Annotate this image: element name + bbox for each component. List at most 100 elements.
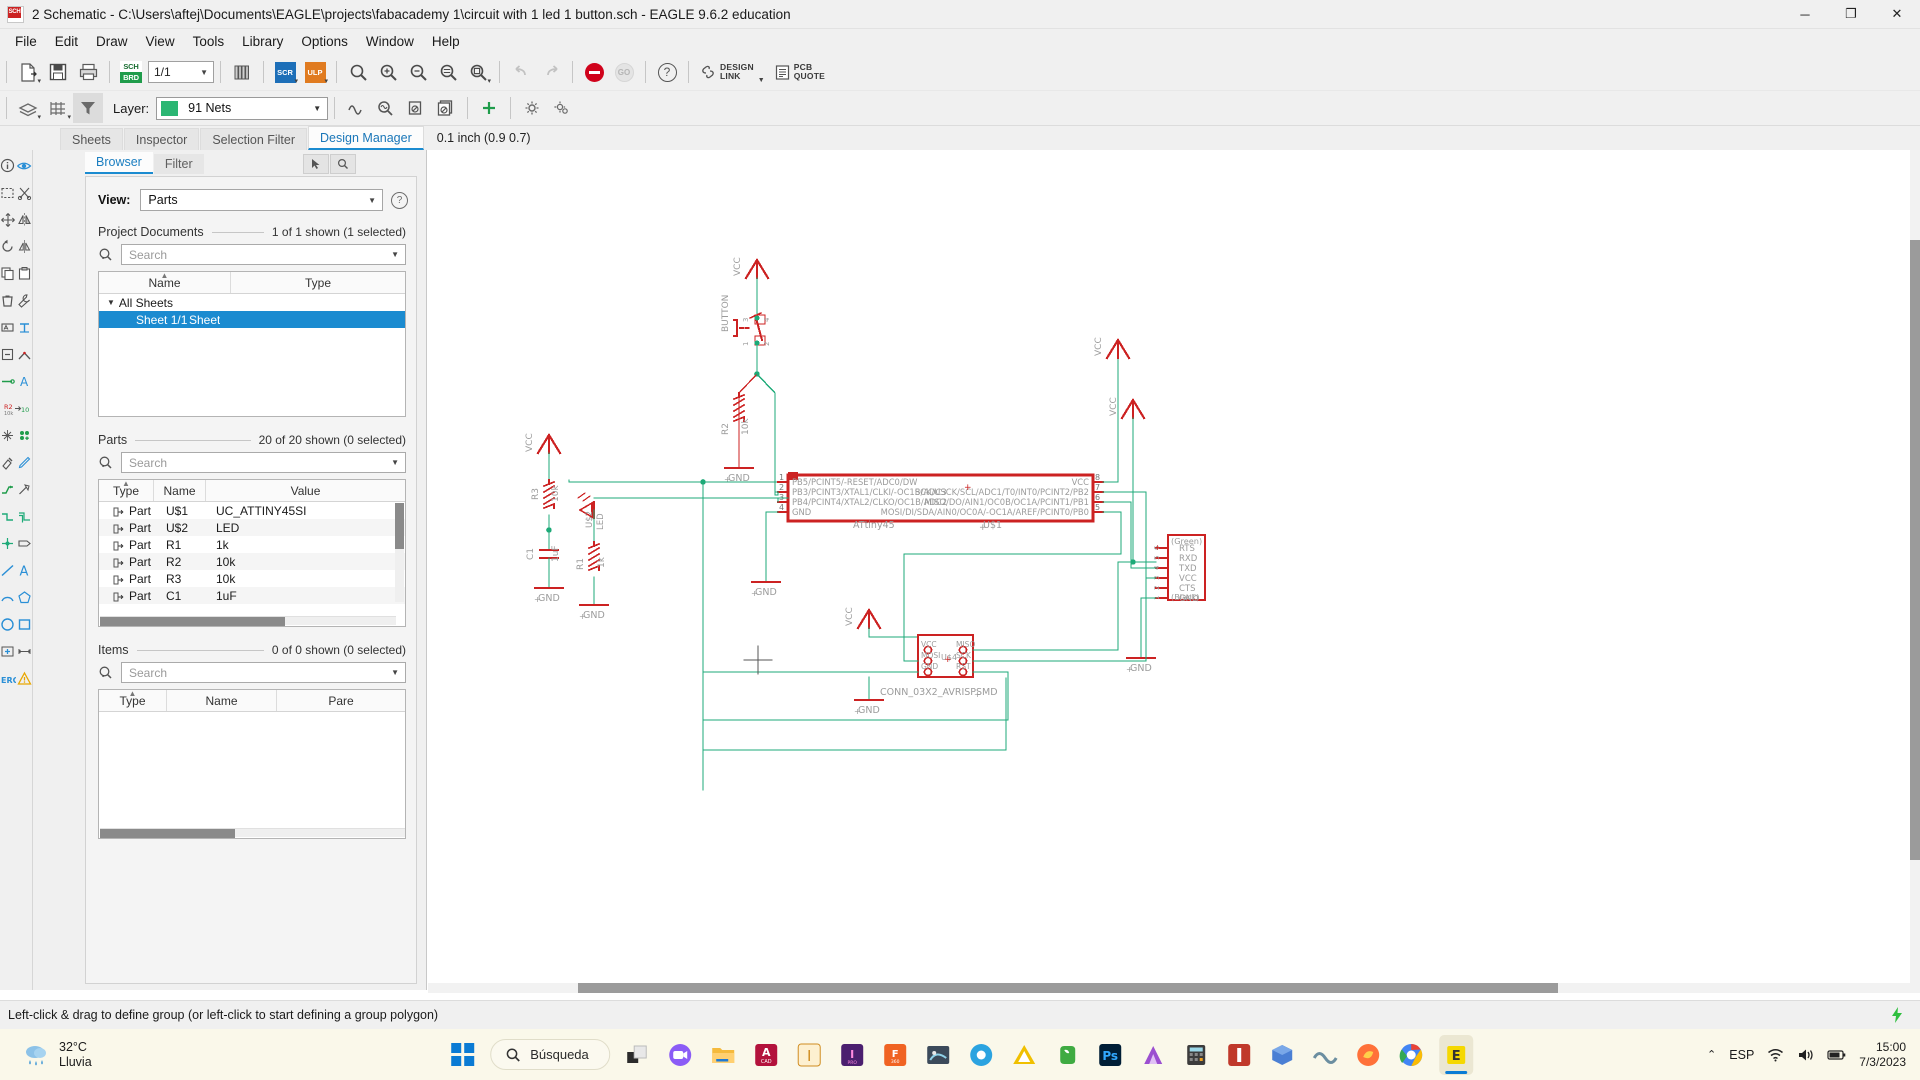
column-header-type[interactable]: Type xyxy=(231,272,405,293)
attribute-tool-button[interactable] xyxy=(0,422,16,449)
chrome-alt-icon[interactable] xyxy=(966,1039,997,1070)
net-tool-button[interactable] xyxy=(0,503,16,530)
menu-file[interactable]: File xyxy=(6,31,46,52)
move-tool-button[interactable] xyxy=(0,206,16,233)
bus-tool-button[interactable] xyxy=(16,503,33,530)
close-button[interactable]: ✕ xyxy=(1874,0,1920,29)
menu-edit[interactable]: Edit xyxy=(46,31,87,52)
teams-icon[interactable] xyxy=(665,1039,696,1070)
cut-tool-button[interactable] xyxy=(16,179,33,206)
smash-tool-button[interactable] xyxy=(0,341,16,368)
show-net-button[interactable] xyxy=(401,93,431,123)
label-tool-button[interactable] xyxy=(16,530,33,557)
column-header-parent[interactable]: Pare xyxy=(277,690,405,711)
hide-net-button[interactable] xyxy=(431,93,461,123)
items-horizontal-scrollbar[interactable] xyxy=(100,828,405,838)
warning-button[interactable] xyxy=(16,665,33,692)
zoom-in-button[interactable] xyxy=(373,57,403,87)
eagle-taskbar-button[interactable]: E xyxy=(1438,1034,1473,1075)
app-red-icon[interactable] xyxy=(1224,1039,1255,1070)
file-explorer-icon[interactable] xyxy=(708,1039,739,1070)
junction-tool-button[interactable] xyxy=(0,530,16,557)
zoom-select-button[interactable]: ▾ xyxy=(463,57,493,87)
chrome-icon[interactable] xyxy=(1396,1039,1427,1070)
save-button[interactable] xyxy=(43,57,73,87)
paint-tool-button[interactable] xyxy=(0,449,16,476)
photoshop-icon[interactable]: Ps xyxy=(1095,1039,1126,1070)
zoom-fit-button[interactable] xyxy=(343,57,373,87)
undo-button[interactable] xyxy=(506,57,536,87)
table-row[interactable]: Part R3 10k xyxy=(99,570,405,587)
minimize-button[interactable]: ─ xyxy=(1782,0,1828,29)
ripup-tool-button[interactable] xyxy=(16,476,33,503)
mirror2-tool-button[interactable] xyxy=(16,233,33,260)
mirror-tool-button[interactable] xyxy=(16,206,33,233)
package-icon[interactable] xyxy=(1267,1039,1298,1070)
column-header-name[interactable]: Name xyxy=(167,690,277,711)
wrench-tool-button[interactable] xyxy=(16,287,33,314)
open-file-button[interactable]: ▾ xyxy=(13,57,43,87)
menu-window[interactable]: Window xyxy=(357,31,423,52)
erc-settings-button[interactable] xyxy=(547,93,577,123)
volume-icon[interactable] xyxy=(1797,1047,1814,1063)
design-link-button[interactable]: DESIGN LINK ▼ xyxy=(695,57,770,87)
zoom-redraw-button[interactable] xyxy=(433,57,463,87)
menu-tools[interactable]: Tools xyxy=(184,31,234,52)
select-cursor-button[interactable] xyxy=(303,154,329,174)
calculator-icon[interactable] xyxy=(1181,1039,1212,1070)
table-row[interactable]: Part U$1 UC_ATTINY45SI xyxy=(99,502,405,519)
show-tool-button[interactable] xyxy=(16,152,33,179)
column-header-type[interactable]: ▲ Type xyxy=(99,690,167,711)
indesign-icon[interactable]: I PRO xyxy=(837,1039,868,1070)
switch-to-board-button[interactable]: SCH BRD xyxy=(116,57,146,87)
menu-help[interactable]: Help xyxy=(423,31,469,52)
menu-options[interactable]: Options xyxy=(292,31,357,52)
add-attribute-button[interactable] xyxy=(16,422,33,449)
drc-settings-button[interactable] xyxy=(517,93,547,123)
autocad-icon[interactable]: A CAD xyxy=(751,1039,782,1070)
erc-button[interactable]: ERC xyxy=(0,665,16,692)
menu-draw[interactable]: Draw xyxy=(87,31,137,52)
zoom-to-selection-button[interactable] xyxy=(330,154,356,174)
tab-selection-filter[interactable]: Selection Filter xyxy=(200,128,308,150)
menu-library[interactable]: Library xyxy=(233,31,292,52)
text-tool-button[interactable]: A xyxy=(16,368,33,395)
wave-icon[interactable] xyxy=(1310,1039,1341,1070)
table-row[interactable]: Part C1 1uF xyxy=(99,587,405,604)
delete-tool-button[interactable] xyxy=(0,287,16,314)
krita-icon[interactable] xyxy=(1138,1039,1169,1070)
wifi-icon[interactable] xyxy=(1767,1047,1784,1063)
run-script-button[interactable]: SCR ▾ xyxy=(270,57,300,87)
line-tool-button[interactable] xyxy=(0,557,16,584)
dimension-tool-button[interactable] xyxy=(16,638,33,665)
column-header-value[interactable]: Value xyxy=(206,480,405,501)
circle-tool-button[interactable] xyxy=(0,611,16,638)
signal-wave-button[interactable] xyxy=(341,93,371,123)
maximize-button[interactable]: ❐ xyxy=(1828,0,1874,29)
sheet-selector[interactable]: 1/1 ▼ xyxy=(148,61,214,83)
text-label-tool-button[interactable]: A xyxy=(16,557,33,584)
start-button[interactable] xyxy=(447,1039,478,1070)
redo-button[interactable] xyxy=(536,57,566,87)
taskbar-search[interactable]: Búsqueda xyxy=(490,1039,610,1070)
evernote-icon[interactable] xyxy=(1052,1039,1083,1070)
route-tool-button[interactable] xyxy=(0,476,16,503)
scrollbar-thumb[interactable] xyxy=(1910,240,1920,860)
rotate-tool-button[interactable] xyxy=(0,233,16,260)
column-header-name[interactable]: ▲ Name xyxy=(99,272,231,293)
print-button[interactable] xyxy=(73,57,103,87)
run-ulp-button[interactable]: ULP ▾ xyxy=(300,57,330,87)
task-view-button[interactable] xyxy=(622,1039,653,1070)
name-tool-button[interactable] xyxy=(0,314,16,341)
battery-icon[interactable] xyxy=(1827,1048,1846,1062)
parts-search-input[interactable]: Search ▼ xyxy=(121,452,406,473)
tray-expand-icon[interactable]: ⌃ xyxy=(1707,1048,1716,1061)
schematic-canvas[interactable]: VCC BUTTON 3 4 1 2 R2 10k GND + VCC R3 1… xyxy=(428,150,1920,990)
chevron-down-icon[interactable]: ▼ xyxy=(391,250,399,259)
replace-tool-button[interactable]: R2 10k 10k xyxy=(0,395,33,422)
add-part-button[interactable] xyxy=(474,93,504,123)
library-manager-button[interactable] xyxy=(227,57,257,87)
value-tool-button[interactable] xyxy=(16,314,33,341)
eagle-3d-icon[interactable] xyxy=(923,1039,954,1070)
scrollbar-thumb[interactable] xyxy=(395,503,404,549)
